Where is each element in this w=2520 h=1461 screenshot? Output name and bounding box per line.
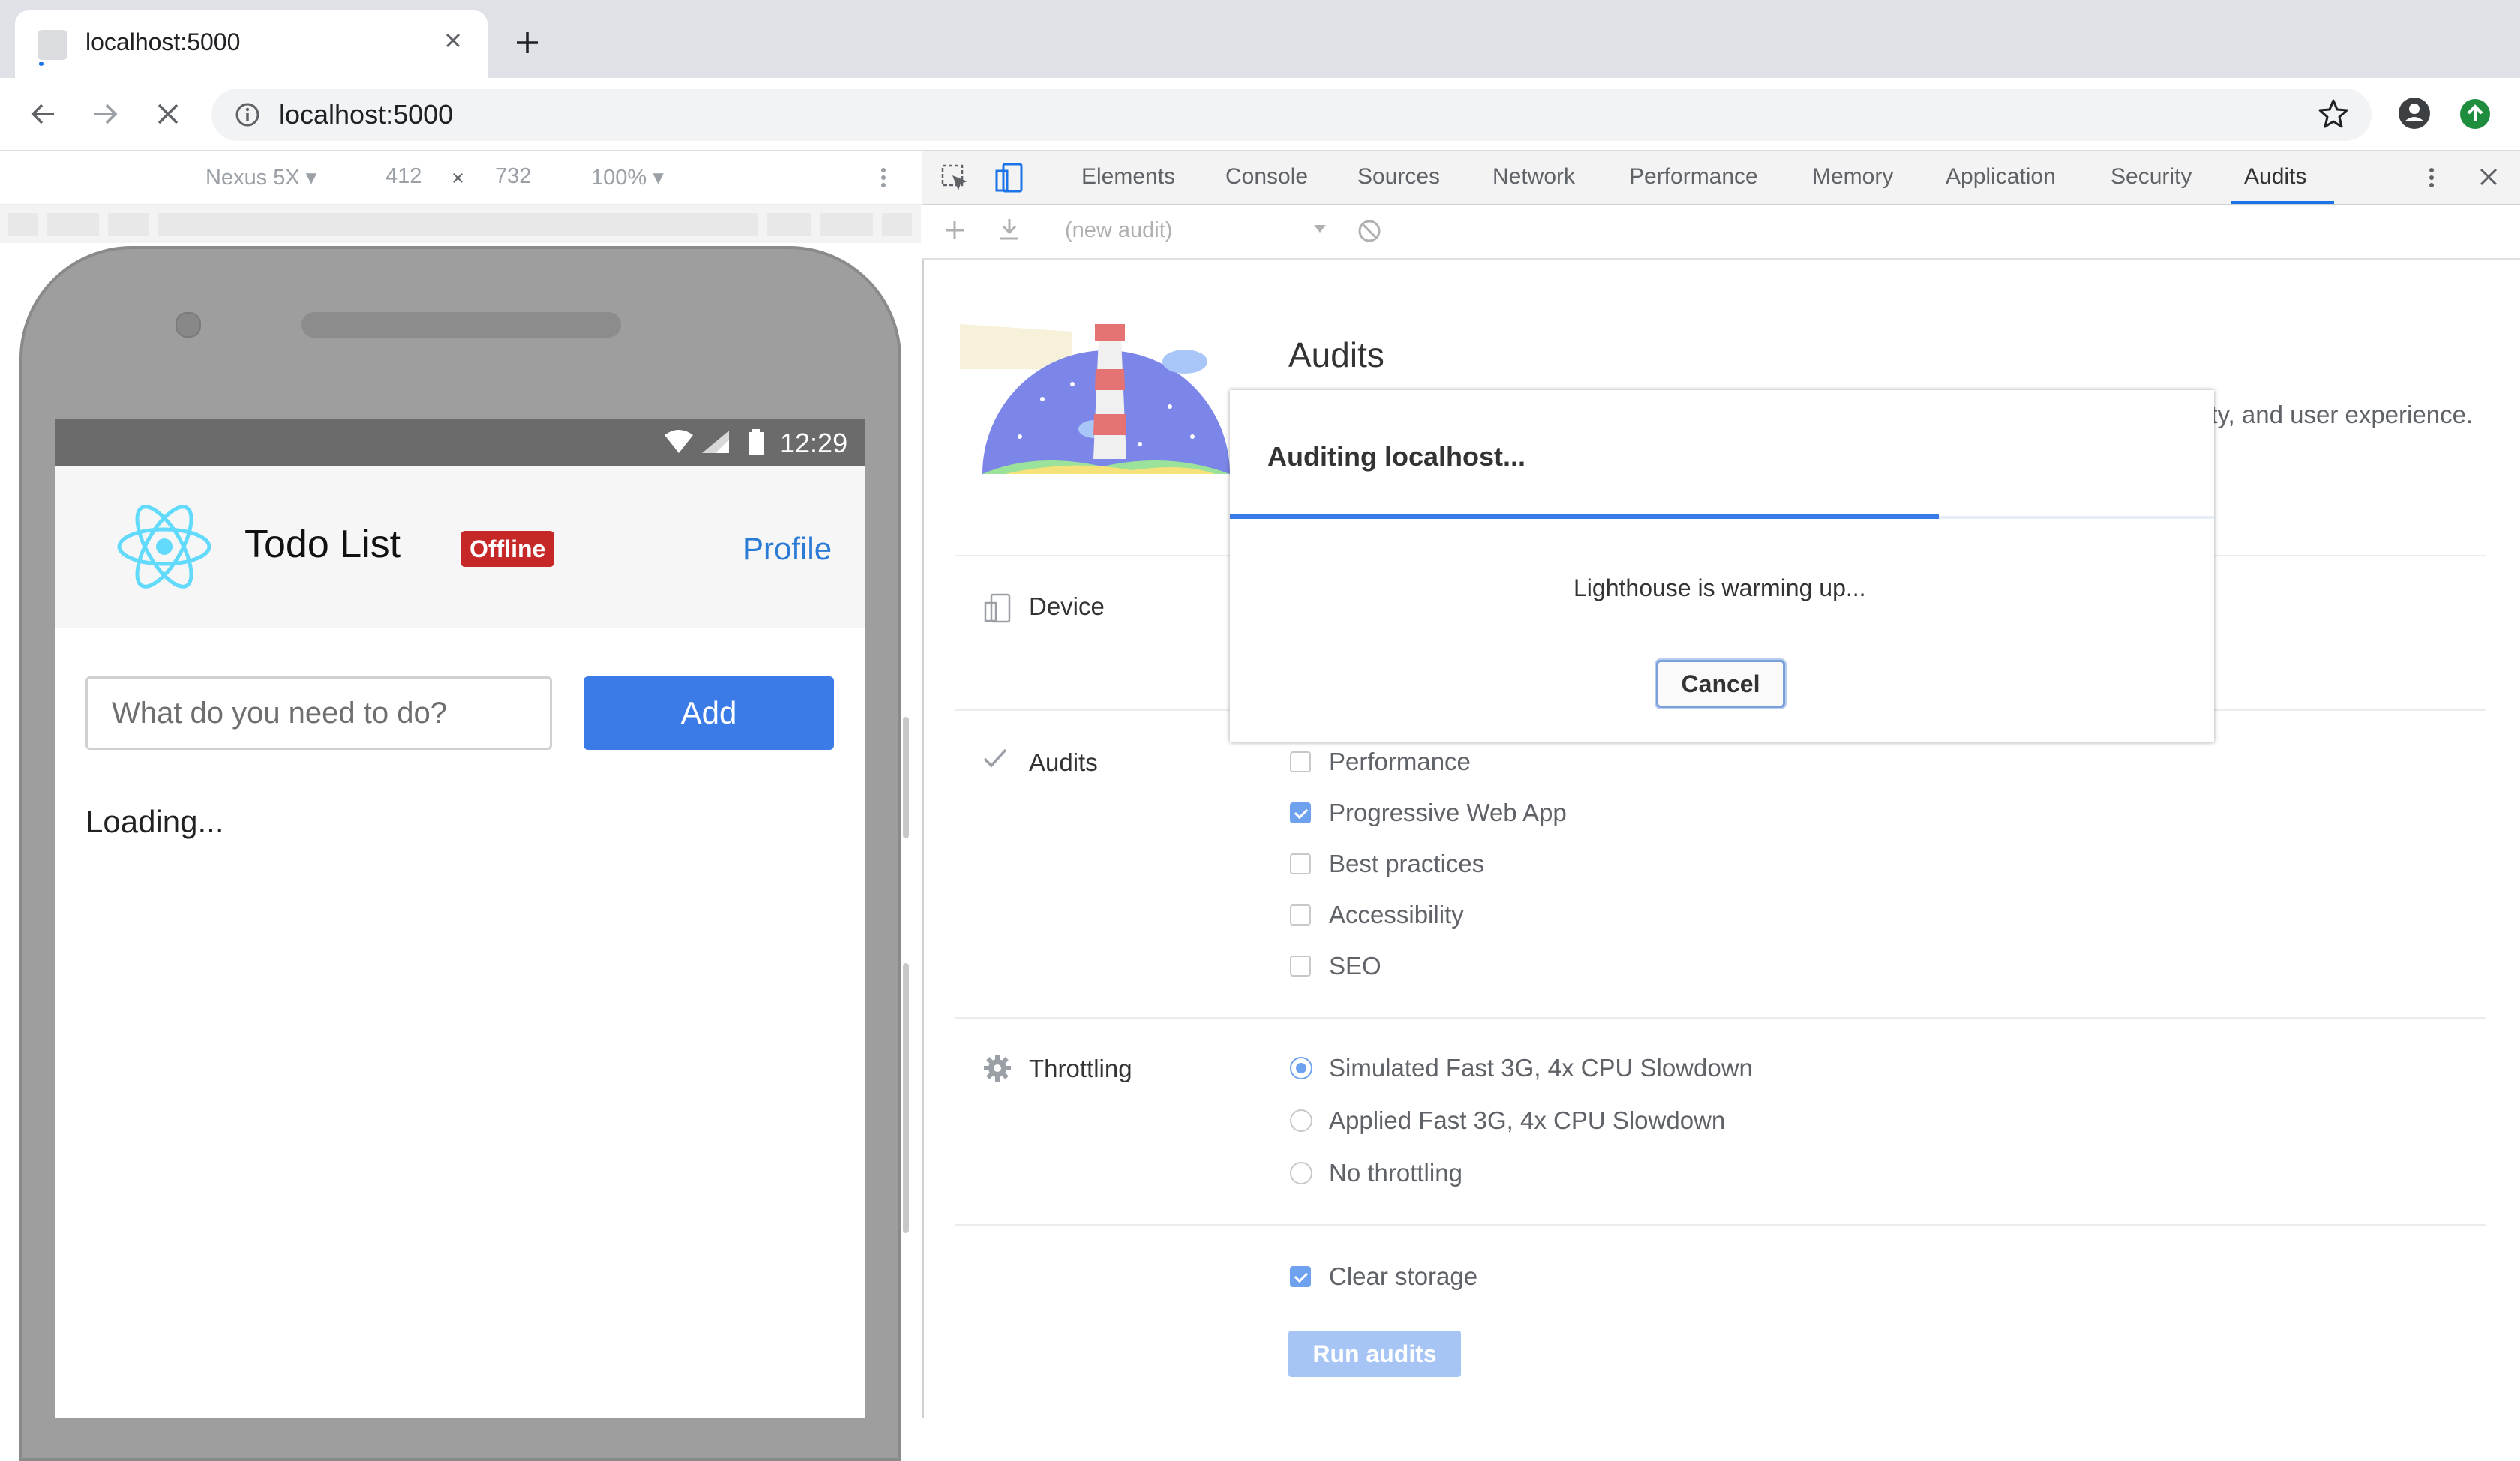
device-section-label: Device <box>1029 592 1105 620</box>
checkbox[interactable] <box>1290 1266 1311 1287</box>
inspect-element-icon[interactable] <box>940 164 970 194</box>
more-options-icon[interactable] <box>879 166 888 189</box>
tab-elements[interactable]: Elements <box>1082 164 1175 190</box>
throttling-section-label: Throttling <box>1029 1054 1132 1082</box>
dimension-separator: × <box>452 166 464 190</box>
category-label: Progressive Web App <box>1329 799 1567 826</box>
divider <box>956 1224 2486 1226</box>
tab-network[interactable]: Network <box>1492 164 1575 190</box>
throttle-label: Simulated Fast 3G, 4x CPU Slowdown <box>1329 1054 1753 1082</box>
tab-audits[interactable]: Audits <box>2244 164 2306 190</box>
tab-application[interactable]: Application <box>1946 164 2056 190</box>
intro-text: ity, and user experience. <box>2205 400 2474 428</box>
back-arrow-icon[interactable] <box>28 99 58 129</box>
url-text[interactable]: localhost:5000 <box>279 99 453 130</box>
react-logo-icon <box>116 501 213 592</box>
new-audit-icon[interactable] <box>944 219 966 242</box>
category-label: Best practices <box>1329 850 1485 878</box>
device-mode-icon[interactable] <box>994 162 1024 194</box>
cancel-button[interactable]: Cancel <box>1656 660 1785 708</box>
throttle-applied[interactable]: Applied Fast 3G, 4x CPU Slowdown <box>1290 1106 1725 1136</box>
address-bar[interactable] <box>212 88 2372 141</box>
todo-input[interactable] <box>86 676 552 750</box>
status-time: 12:29 <box>780 428 848 458</box>
devtools-menu-icon[interactable] <box>2427 166 2436 189</box>
chevron-down-icon[interactable] <box>1312 224 1328 234</box>
clear-storage-option[interactable]: Clear storage <box>1290 1262 1478 1292</box>
checkmark-icon <box>982 747 1008 770</box>
viewport-scrollbar[interactable] <box>903 717 909 838</box>
download-report-icon[interactable] <box>998 218 1022 242</box>
device-select[interactable]: Nexus 5X ▾ <box>206 164 316 190</box>
profile-link[interactable]: Profile <box>742 531 832 567</box>
clear-reports-icon[interactable] <box>1358 219 1382 243</box>
radio-button[interactable] <box>1290 1162 1312 1184</box>
checkbox[interactable] <box>1290 904 1311 926</box>
phone-status-bar <box>56 418 866 466</box>
loading-text: Loading... <box>86 804 224 839</box>
audits-heading: Audits <box>1288 335 1384 374</box>
device-icon <box>982 592 1012 624</box>
throttle-label: No throttling <box>1329 1159 1462 1186</box>
favicon-icon <box>38 30 68 60</box>
tab-title: localhost:5000 <box>86 28 241 56</box>
category-seo[interactable]: SEO <box>1290 951 1382 981</box>
lighthouse-illustration <box>960 316 1230 489</box>
throttle-none[interactable]: No throttling <box>1290 1158 1462 1188</box>
progress-bar <box>1230 514 1939 519</box>
category-best-practices[interactable]: Best practices <box>1290 849 1484 879</box>
throttle-simulated[interactable]: Simulated Fast 3G, 4x CPU Slowdown <box>1290 1053 1753 1083</box>
cell-signal-icon <box>700 429 730 454</box>
run-audits-button[interactable]: Run audits <box>1288 1330 1461 1377</box>
zoom-select[interactable]: 100% ▾ <box>591 164 664 190</box>
new-tab-icon[interactable] <box>514 30 540 56</box>
radio-button[interactable] <box>1290 1057 1312 1079</box>
category-pwa[interactable]: Progressive Web App <box>1290 798 1567 828</box>
wifi-icon <box>663 429 694 454</box>
tab-console[interactable]: Console <box>1226 164 1308 190</box>
close-tab-icon[interactable] <box>442 30 464 51</box>
category-performance[interactable]: Performance <box>1290 747 1471 777</box>
phone-camera <box>176 312 201 338</box>
update-available-icon[interactable] <box>2458 98 2492 130</box>
device-height-input[interactable]: 732 <box>495 164 531 189</box>
battery-icon <box>747 429 765 456</box>
audit-report-select[interactable]: (new audit) <box>1065 218 1172 243</box>
audits-section-label: Audits <box>1029 748 1098 776</box>
viewport-scrollbar[interactable] <box>903 963 909 1233</box>
stop-loading-icon[interactable] <box>153 99 183 129</box>
radio-button[interactable] <box>1290 1109 1312 1132</box>
phone-speaker <box>302 312 621 338</box>
dialog-status: Lighthouse is warming up... <box>1574 574 1866 602</box>
category-accessibility[interactable]: Accessibility <box>1290 900 1464 930</box>
checkbox[interactable] <box>1290 752 1311 772</box>
tab-performance[interactable]: Performance <box>1629 164 1758 190</box>
loading-spinner-icon <box>39 62 44 66</box>
info-icon[interactable] <box>234 101 261 128</box>
throttle-label: Applied Fast 3G, 4x CPU Slowdown <box>1329 1106 1726 1134</box>
clear-storage-label: Clear storage <box>1329 1262 1478 1290</box>
tab-sources[interactable]: Sources <box>1358 164 1440 190</box>
category-label: SEO <box>1329 952 1382 980</box>
tab-security[interactable]: Security <box>2110 164 2192 190</box>
gear-icon <box>982 1053 1012 1083</box>
app-title: Todo List <box>244 523 401 566</box>
media-query-ruler[interactable] <box>0 206 921 243</box>
active-tab-indicator <box>2230 201 2334 204</box>
offline-badge: Offline <box>460 531 555 567</box>
category-label: Accessibility <box>1329 901 1464 928</box>
bookmark-star-icon[interactable] <box>2318 98 2349 129</box>
account-icon[interactable] <box>2397 96 2432 130</box>
category-label: Performance <box>1329 748 1471 776</box>
dialog-title: Auditing localhost... <box>1268 441 1526 472</box>
close-devtools-icon[interactable] <box>2478 166 2499 188</box>
tab-memory[interactable]: Memory <box>1812 164 1893 190</box>
checkbox[interactable] <box>1290 802 1311 824</box>
add-button[interactable]: Add <box>584 676 834 750</box>
forward-arrow-icon[interactable] <box>90 99 120 129</box>
divider <box>956 1017 2486 1018</box>
checkbox[interactable] <box>1290 956 1311 976</box>
checkbox[interactable] <box>1290 854 1311 874</box>
device-width-input[interactable]: 412 <box>386 164 422 189</box>
